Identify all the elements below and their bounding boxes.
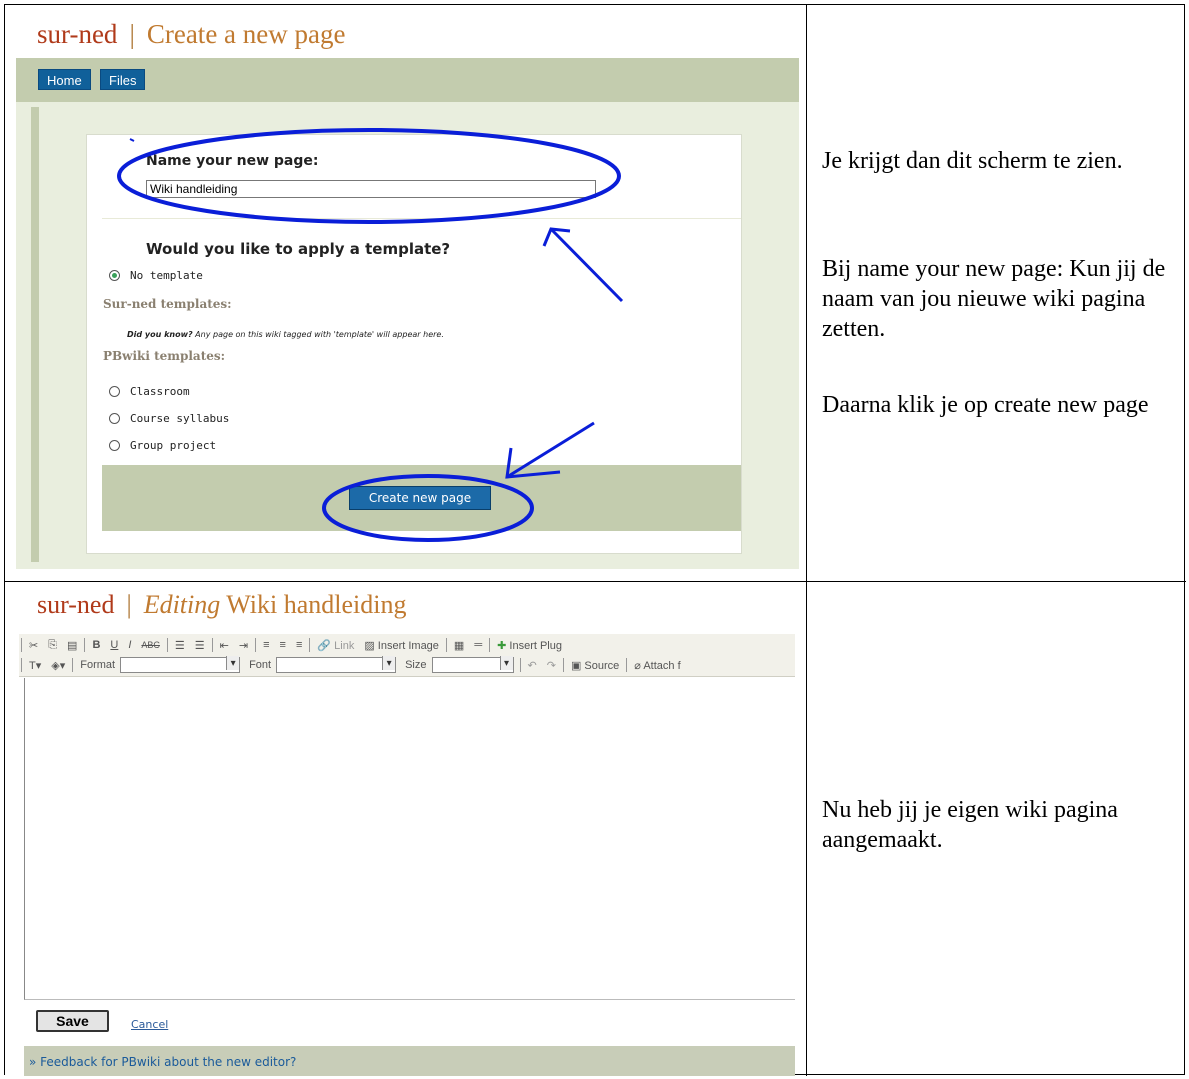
paperclip-icon: ⌀ <box>634 659 641 672</box>
font-select[interactable] <box>276 656 397 673</box>
strikethrough-icon[interactable]: ABC <box>136 640 165 650</box>
content-left-bar <box>31 107 39 562</box>
nav-home-button[interactable]: Home <box>38 69 91 90</box>
page-header: sur-ned | Create a new page <box>37 19 345 50</box>
indent-icon[interactable]: ⇥ <box>234 639 253 652</box>
font-label: Font <box>249 659 272 671</box>
no-template-label: No template <box>130 269 203 282</box>
name-heading: Name your new page: <box>146 153 319 169</box>
did-you-know-body: Any page on this wiki tagged with 'templ… <box>192 330 444 339</box>
size-select[interactable] <box>431 656 514 673</box>
cut-icon[interactable]: ✂ <box>24 639 43 652</box>
size-label: Size <box>405 659 427 671</box>
insert-image-label: Insert Image <box>377 639 439 652</box>
form-divider <box>102 218 741 219</box>
format-select[interactable] <box>120 656 241 673</box>
table-icon[interactable]: ▦ <box>449 639 469 652</box>
site-name: sur-ned <box>37 19 118 49</box>
pbwiki-templates-heading: PBwiki templates: <box>103 349 226 363</box>
create-page-screenshot: sur-ned | Create a new page Home Files Nam… <box>5 5 806 581</box>
attach-files-button[interactable]: ⌀ Attach f <box>629 659 685 672</box>
italic-icon[interactable]: I <box>123 639 136 651</box>
classroom-label: Classroom <box>130 385 190 398</box>
editing-page-name: Wiki handleiding <box>226 590 407 619</box>
copy-icon[interactable]: ⎘ <box>43 639 62 652</box>
title-separator: | <box>129 19 135 49</box>
page-title: Create a new page <box>146 19 346 49</box>
classroom-radio[interactable] <box>109 386 120 397</box>
toolbar-row-1: ✂ ⎘ ▤ B U I ABC ☰ ☰ ⇤ ⇥ ≡ ≡ ≡ 🔗 Link ▨ I… <box>19 635 567 655</box>
insert-plugin-button[interactable]: ✚ Insert Plug <box>492 639 567 652</box>
feedback-link[interactable]: » Feedback for PBwiki about the new edit… <box>29 1055 296 1069</box>
background-color-icon[interactable]: ◈▾ <box>46 659 70 672</box>
align-left-icon[interactable]: ≡ <box>258 639 274 651</box>
editor-toolbar: ✂ ⎘ ▤ B U I ABC ☰ ☰ ⇤ ⇥ ≡ ≡ ≡ 🔗 Link ▨ I… <box>19 634 795 677</box>
template-heading: Would you like to apply a template? <box>146 240 451 258</box>
undo-icon[interactable]: ↶ <box>523 659 542 672</box>
title-separator: | <box>126 590 132 619</box>
source-button[interactable]: ▣ Source <box>566 659 624 672</box>
paste-icon[interactable]: ▤ <box>62 639 82 652</box>
editing-label: Editing <box>143 590 221 619</box>
nav-bar: Home Files <box>16 58 799 102</box>
page-name-input[interactable]: Wiki handleiding <box>146 180 596 198</box>
cancel-link[interactable]: Cancel <box>131 1018 168 1031</box>
horizontal-rule-icon[interactable]: ═ <box>469 639 487 651</box>
course-syllabus-radio[interactable] <box>109 413 120 424</box>
format-label: Format <box>80 659 116 671</box>
site-name: sur-ned <box>37 590 115 619</box>
nav-files-button[interactable]: Files <box>100 69 146 90</box>
editor-content-area[interactable] <box>24 678 795 1000</box>
column-divider <box>806 4 807 1076</box>
link-button[interactable]: 🔗 Link <box>312 639 359 652</box>
align-center-icon[interactable]: ≡ <box>275 639 291 651</box>
did-you-know-text: Did you know? Any page on this wiki tagg… <box>127 330 444 339</box>
instruction-text-4: Nu heb jij je eigen wiki pagina aangemaa… <box>822 797 1118 853</box>
link-label: Link <box>334 639 355 652</box>
outdent-icon[interactable]: ⇤ <box>215 639 234 652</box>
numbered-list-icon[interactable]: ☰ <box>170 639 190 652</box>
instruction-text-2: Bij name your new page: Kun jij de naam … <box>822 256 1166 342</box>
attach-label: Attach f <box>643 659 681 672</box>
editor-header: sur-ned | Editing Wiki handleiding <box>37 590 406 620</box>
group-project-label: Group project <box>130 439 217 452</box>
did-you-know-label: Did you know? <box>127 330 193 339</box>
insert-image-button[interactable]: ▨ Insert Image <box>359 639 444 652</box>
no-template-radio[interactable] <box>109 270 120 281</box>
create-new-page-button[interactable]: Create new page <box>349 486 491 510</box>
redo-icon[interactable]: ↷ <box>542 659 561 672</box>
course-syllabus-label: Course syllabus <box>130 412 230 425</box>
puzzle-icon: ✚ <box>497 639 507 652</box>
toolbar-row-2: T▾ ◈▾ Format Font Size ↶ ↷ ▣ Source ⌀ At… <box>19 655 686 675</box>
group-project-radio[interactable] <box>109 440 120 451</box>
underline-icon[interactable]: U <box>105 639 123 651</box>
align-right-icon[interactable]: ≡ <box>291 639 307 651</box>
bold-icon[interactable]: B <box>87 639 105 651</box>
bulleted-list-icon[interactable]: ☰ <box>190 639 210 652</box>
instruction-text-3: Daarna klik je op create new page <box>822 392 1149 418</box>
save-button[interactable]: Save <box>36 1010 109 1032</box>
editor-screenshot: sur-ned | Editing Wiki handleiding ✂ ⎘ ▤ B… <box>5 582 795 1076</box>
insert-plugin-label: Insert Plug <box>509 639 562 652</box>
surned-templates-heading: Sur-ned templates: <box>103 297 232 311</box>
text-color-icon[interactable]: T▾ <box>24 659 46 672</box>
instruction-text-1: Je krijgt dan dit scherm te zien. <box>822 148 1123 174</box>
source-label: Source <box>584 659 620 672</box>
